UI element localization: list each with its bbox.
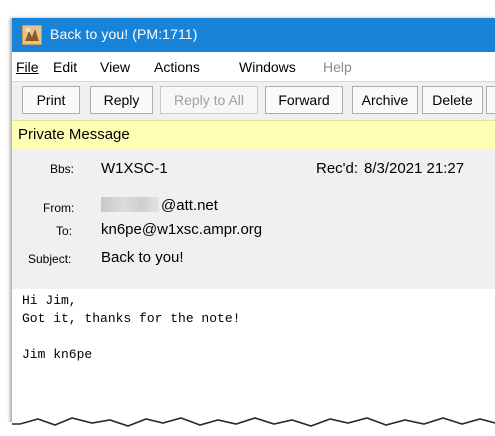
torn-edge-overlay: [0, 417, 495, 436]
